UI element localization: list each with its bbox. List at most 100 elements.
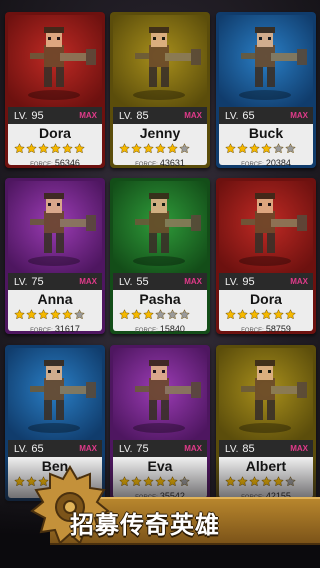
max-badge: MAX	[290, 444, 308, 453]
hero-name: Buck	[248, 125, 284, 141]
level-label: LV.	[225, 276, 239, 288]
hero-portrait	[219, 348, 313, 440]
level-value: 75	[136, 442, 149, 455]
force-label: FORCE:	[135, 162, 158, 168]
level-text: LV. 85	[119, 110, 149, 122]
max-badge: MAX	[184, 111, 202, 120]
star-icon	[155, 143, 166, 155]
force-number: 58759	[265, 324, 291, 334]
level-text: LV. 95	[225, 276, 255, 288]
force-number: 15840	[159, 324, 185, 334]
star-icon	[237, 143, 248, 155]
star-icon	[119, 143, 130, 155]
star-rating	[119, 309, 203, 321]
star-icon	[273, 309, 284, 321]
max-badge: MAX	[184, 444, 202, 453]
max-badge: MAX	[184, 277, 202, 286]
star-icon	[62, 309, 73, 321]
star-icon	[167, 143, 178, 155]
hero-card[interactable]: LV. 95 MAX Dora FORCE: 56346	[5, 12, 105, 168]
force-value: FORCE: 31617	[8, 324, 102, 334]
hero-name: Dora	[39, 125, 71, 141]
max-badge: MAX	[290, 277, 308, 286]
star-icon	[155, 309, 166, 321]
hero-card[interactable]: LV. 65 MAX Buck FORCE: 20384	[216, 12, 316, 168]
level-value: 75	[31, 275, 44, 288]
max-badge: MAX	[79, 111, 97, 120]
max-badge: MAX	[290, 111, 308, 120]
banner-title: 招募传奇英雄	[70, 511, 220, 539]
level-label: LV.	[14, 443, 28, 455]
hero-card[interactable]: LV. 95 MAX Dora FORCE: 58759	[216, 178, 316, 334]
hero-card[interactable]: LV. 75 MAX Anna FORCE: 31617	[5, 178, 105, 334]
force-number: 43631	[159, 158, 185, 168]
level-label: LV.	[225, 443, 239, 455]
force-label: FORCE:	[30, 162, 53, 168]
force-label: FORCE:	[241, 162, 264, 168]
max-badge: MAX	[79, 277, 97, 286]
level-row: LV. 95 MAX	[219, 273, 313, 290]
star-icon	[167, 309, 178, 321]
star-icon	[38, 309, 49, 321]
force-label: FORCE:	[30, 328, 53, 334]
level-label: LV.	[225, 110, 239, 122]
star-icon	[249, 143, 260, 155]
hero-name: Dora	[250, 291, 282, 307]
star-rating	[14, 143, 98, 155]
star-icon	[26, 143, 37, 155]
hero-portrait	[219, 181, 313, 273]
star-icon	[261, 143, 272, 155]
force-number: 56346	[54, 158, 80, 168]
hero-portrait	[113, 181, 207, 273]
hero-name: Anna	[37, 291, 73, 307]
star-icon	[26, 309, 37, 321]
level-text: LV. 95	[14, 110, 44, 122]
level-row: LV. 85 MAX	[219, 440, 313, 457]
star-icon	[249, 309, 260, 321]
hero-portrait	[8, 348, 102, 440]
hero-portrait	[219, 15, 313, 107]
level-row: LV. 95 MAX	[8, 107, 102, 124]
hero-name: Pasha	[139, 291, 181, 307]
star-icon	[143, 143, 154, 155]
level-text: LV. 75	[119, 443, 149, 455]
level-value: 95	[31, 109, 44, 122]
force-value: FORCE: 20384	[219, 158, 313, 168]
hero-info: LV. 85 MAX Jenny FORCE: 43631	[113, 107, 207, 168]
level-text: LV. 55	[119, 276, 149, 288]
level-label: LV.	[14, 110, 28, 122]
hero-portrait	[113, 15, 207, 107]
star-icon	[285, 309, 296, 321]
hero-name: Jenny	[139, 125, 181, 141]
force-number: 20384	[265, 158, 291, 168]
star-icon	[131, 309, 142, 321]
hero-card[interactable]: LV. 85 MAX Jenny FORCE: 43631	[110, 12, 210, 168]
hero-info: LV. 55 MAX Pasha FORCE: 15840	[113, 273, 207, 334]
force-value: FORCE: 58759	[219, 324, 313, 334]
level-label: LV.	[14, 276, 28, 288]
force-number: 31617	[54, 324, 80, 334]
hero-card[interactable]: LV. 55 MAX Pasha FORCE: 15840	[110, 178, 210, 334]
hero-portrait	[8, 181, 102, 273]
star-icon	[50, 309, 61, 321]
star-icon	[225, 309, 236, 321]
hero-info: LV. 95 MAX Dora FORCE: 56346	[8, 107, 102, 168]
force-value: FORCE: 43631	[113, 158, 207, 168]
star-icon	[50, 143, 61, 155]
star-rating	[14, 309, 98, 321]
hero-info: LV. 95 MAX Dora FORCE: 58759	[219, 273, 313, 334]
level-text: LV. 85	[225, 443, 255, 455]
hero-info: LV. 65 MAX Buck FORCE: 20384	[219, 107, 313, 168]
star-icon	[237, 309, 248, 321]
star-rating	[225, 309, 309, 321]
force-value: FORCE: 56346	[8, 158, 102, 168]
star-icon	[225, 143, 236, 155]
level-row: LV. 75 MAX	[8, 273, 102, 290]
level-row: LV. 65 MAX	[219, 107, 313, 124]
hero-info: LV. 75 MAX Anna FORCE: 31617	[8, 273, 102, 334]
star-icon	[14, 309, 25, 321]
hero-portrait	[113, 348, 207, 440]
level-row: LV. 85 MAX	[113, 107, 207, 124]
star-icon	[74, 143, 85, 155]
star-icon	[131, 143, 142, 155]
